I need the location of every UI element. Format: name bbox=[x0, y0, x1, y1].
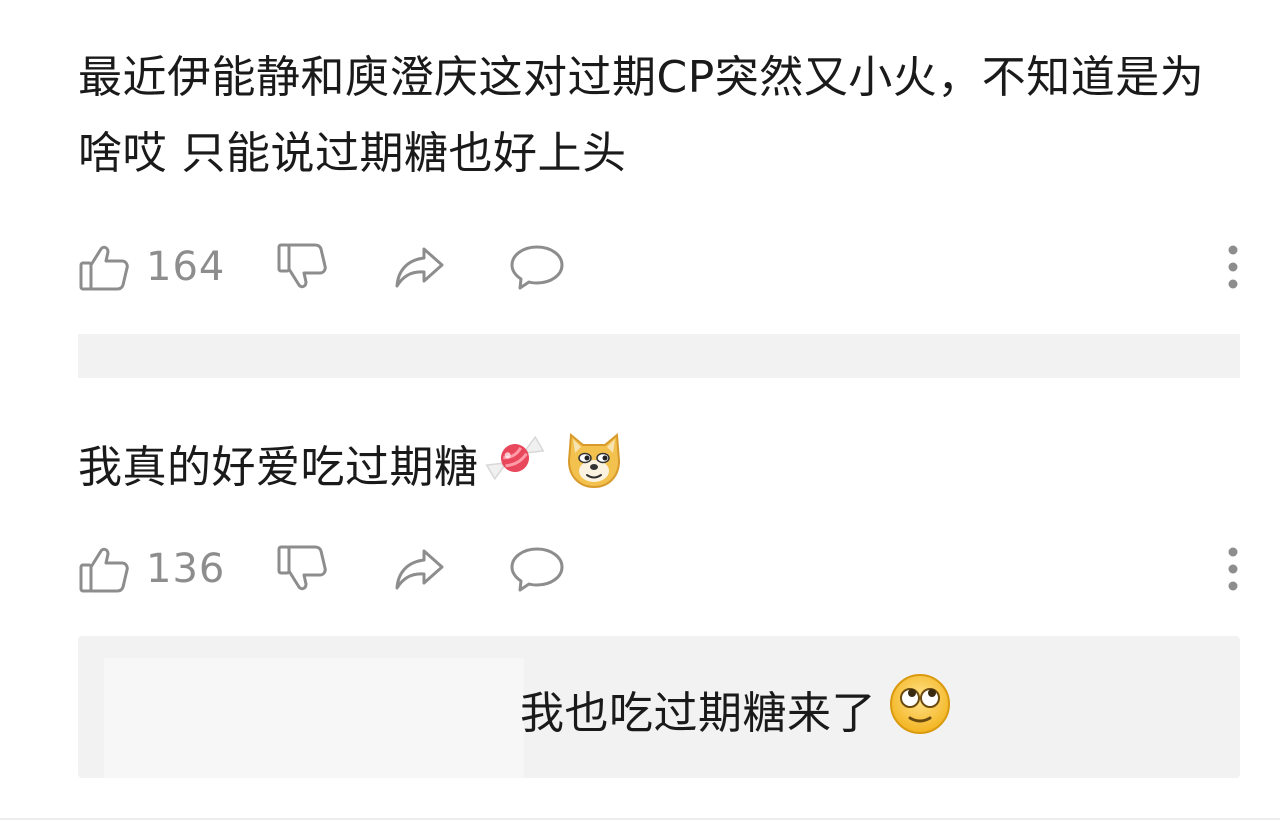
reply-text: 我也吃过期糖来了 bbox=[520, 672, 952, 760]
more-vertical-icon bbox=[1228, 245, 1238, 289]
comment-text: 我真的好爱吃过期糖 bbox=[78, 425, 1238, 515]
like-count: 164 bbox=[146, 244, 226, 290]
share-arrow-icon bbox=[395, 549, 444, 590]
bottom-divider bbox=[0, 818, 1280, 820]
more-options-button[interactable] bbox=[1226, 534, 1240, 604]
reply-text-body: 我也吃过期糖来了 bbox=[520, 688, 876, 739]
comment-thread-screen: 最近伊能静和庾澄庆这对过期CP突然又小火，不知道是为啥哎 只能说过期糖也好上头 … bbox=[0, 0, 1280, 840]
doge-emoji-icon bbox=[561, 425, 627, 515]
more-vertical-icon bbox=[1228, 547, 1238, 591]
comment-divider bbox=[78, 334, 1240, 378]
candy-icon bbox=[483, 428, 547, 512]
comment-action-bar: 164 bbox=[78, 232, 1240, 302]
share-button[interactable] bbox=[392, 534, 448, 604]
dislike-button[interactable] bbox=[276, 232, 328, 302]
share-arrow-icon bbox=[395, 247, 444, 288]
reply-button[interactable] bbox=[508, 534, 566, 604]
thumbs-down-icon bbox=[277, 545, 327, 591]
like-button[interactable]: 136 bbox=[78, 534, 225, 604]
speech-bubble-icon bbox=[510, 547, 564, 592]
like-button[interactable]: 164 bbox=[78, 232, 225, 302]
more-options-button[interactable] bbox=[1226, 232, 1240, 302]
thumbs-down-icon bbox=[277, 243, 327, 289]
comment-text: 最近伊能静和庾澄庆这对过期CP突然又小火，不知道是为啥哎 只能说过期糖也好上头 bbox=[78, 52, 1205, 179]
thumbs-up-icon bbox=[79, 547, 129, 593]
rolling-eyes-emoji-icon bbox=[888, 672, 952, 760]
dislike-button[interactable] bbox=[276, 534, 328, 604]
share-button[interactable] bbox=[392, 232, 448, 302]
comment-action-bar: 136 bbox=[78, 534, 1240, 604]
like-count: 136 bbox=[146, 546, 226, 592]
comment-text-body: 我真的好爱吃过期糖 bbox=[78, 442, 479, 493]
thumbs-up-icon bbox=[79, 245, 129, 291]
reply-preview-inner bbox=[104, 658, 524, 778]
reply-button[interactable] bbox=[508, 232, 566, 302]
speech-bubble-icon bbox=[510, 245, 564, 290]
